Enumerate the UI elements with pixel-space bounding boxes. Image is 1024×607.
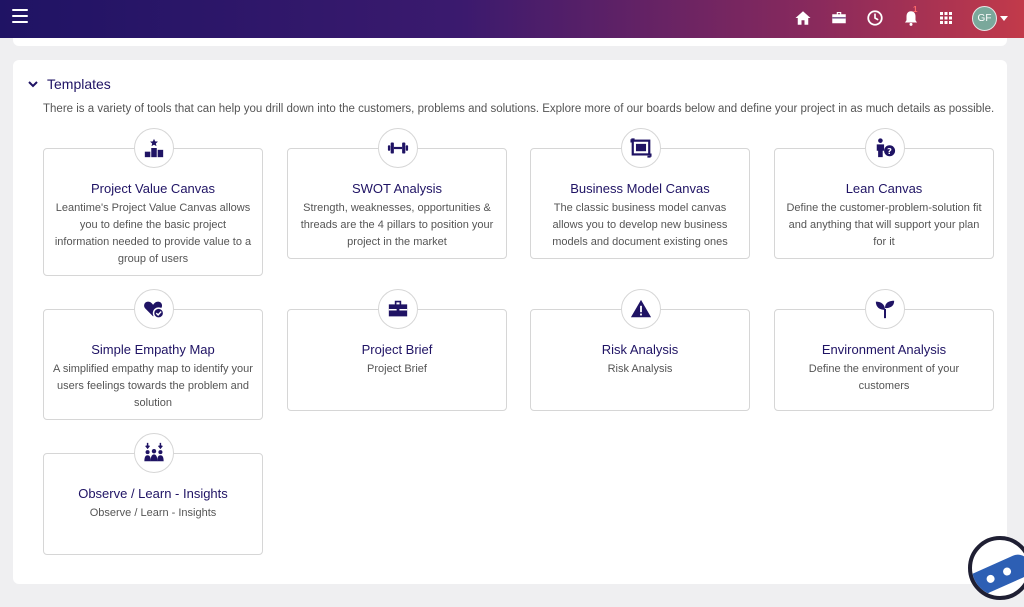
card-description: Strength, weaknesses, opportunities & th…	[300, 202, 494, 248]
heart-check-icon	[134, 289, 174, 329]
card-title: Lean Canvas	[845, 181, 923, 196]
templates-intro: There is a variety of tools that can hel…	[43, 103, 995, 115]
dumbbell-icon	[378, 128, 418, 168]
help-assistant-icon	[972, 550, 1024, 596]
card-title: Observe / Learn - Insights	[78, 486, 228, 501]
warning-icon	[621, 289, 661, 329]
avatar-dropdown-caret-icon[interactable]	[1000, 16, 1008, 21]
card-description: Risk Analysis	[607, 363, 673, 375]
chevron-down-icon	[28, 81, 38, 88]
card-title: Business Model Canvas	[570, 181, 710, 196]
card-description: Leantime's Project Value Canvas allows y…	[54, 202, 252, 265]
notification-count-badge: 1	[913, 5, 918, 14]
home-icon[interactable]	[794, 9, 812, 27]
previous-section-strip	[13, 38, 1007, 46]
hamburger-icon[interactable]	[12, 9, 28, 25]
card-description: The classic business model canvas allows…	[552, 202, 728, 248]
template-card-swot-analysis[interactable]: SWOT Analysis Strength, weaknesses, oppo…	[287, 128, 507, 259]
card-title: Simple Empathy Map	[91, 342, 215, 357]
clock-icon[interactable]	[866, 9, 884, 27]
template-card-environment-analysis[interactable]: Environment Analysis Define the environm…	[774, 289, 994, 411]
svg-text:?: ?	[887, 146, 892, 156]
card-title: Environment Analysis	[821, 342, 947, 357]
template-card-lean-canvas[interactable]: ? Lean Canvas Define the customer-proble…	[774, 128, 994, 259]
card-title: SWOT Analysis	[351, 181, 443, 196]
people-insights-icon	[134, 433, 174, 473]
section-title: Templates	[47, 76, 111, 92]
templates-section-toggle[interactable]: Templates	[27, 76, 111, 92]
card-title: Project Brief	[361, 342, 433, 357]
card-title: Risk Analysis	[601, 342, 679, 357]
top-navigation-bar: 1 GF	[0, 0, 1024, 38]
template-card-observe-learn-insights[interactable]: Observe / Learn - Insights Observe / Lea…	[43, 433, 263, 555]
person-question-icon: ?	[865, 128, 905, 168]
templates-panel: Templates There is a variety of tools th…	[13, 60, 1007, 584]
template-card-business-model-canvas[interactable]: Business Model Canvas The classic busine…	[530, 128, 750, 259]
card-title: Project Value Canvas	[90, 181, 216, 196]
briefcase-icon[interactable]	[830, 9, 848, 27]
podium-icon	[134, 128, 174, 168]
template-card-project-brief[interactable]: Project Brief Project Brief	[287, 289, 507, 411]
card-description: Define the customer-problem-solution fit…	[786, 202, 982, 248]
template-card-risk-analysis[interactable]: Risk Analysis Risk Analysis	[530, 289, 750, 411]
template-card-simple-empathy-map[interactable]: Simple Empathy Map A simplified empathy …	[43, 289, 263, 420]
template-card-project-value-canvas[interactable]: Project Value Canvas Leantime's Project …	[43, 128, 263, 276]
card-description: Define the environment of your customers	[808, 363, 960, 392]
card-description: Project Brief	[367, 363, 427, 375]
seedling-icon	[865, 289, 905, 329]
apps-grid-icon[interactable]	[937, 9, 955, 27]
help-assistant-button[interactable]	[968, 536, 1024, 600]
card-description: Observe / Learn - Insights	[89, 507, 217, 519]
briefcase-icon	[378, 289, 418, 329]
canvas-board-icon	[621, 128, 661, 168]
card-description: A simplified empathy map to identify you…	[53, 363, 253, 409]
user-avatar[interactable]: GF	[972, 6, 997, 31]
